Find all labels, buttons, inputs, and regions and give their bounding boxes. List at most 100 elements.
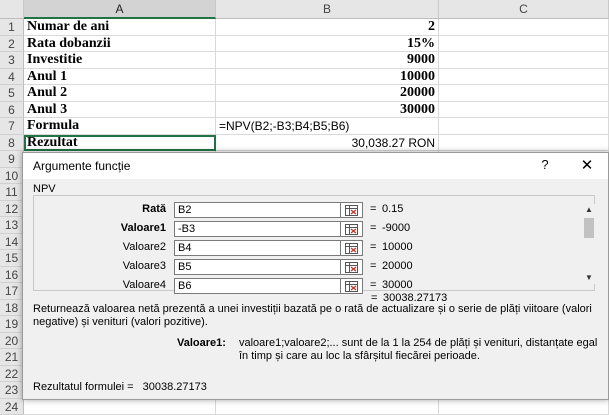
scroll-down-icon[interactable]: ▼ bbox=[582, 272, 596, 284]
column-header-c[interactable]: C bbox=[439, 0, 609, 19]
row-header[interactable]: 1 bbox=[0, 19, 24, 36]
cell-b[interactable]: 20000 bbox=[216, 85, 439, 102]
row-header[interactable]: 16 bbox=[0, 267, 24, 284]
argument-help-text: valoare1;valoare2;... sunt de la 1 la 25… bbox=[239, 337, 599, 363]
row-header[interactable]: 13 bbox=[0, 217, 24, 234]
row-header[interactable]: 20 bbox=[0, 333, 24, 350]
argument-result: 20000 bbox=[382, 260, 413, 272]
formula-result: Rezultatul formulei = 30038.27173 bbox=[33, 381, 207, 393]
cell-a[interactable] bbox=[24, 399, 216, 415]
argument-result: 10000 bbox=[382, 241, 413, 253]
column-header-b[interactable]: B bbox=[216, 0, 439, 19]
argument-result: 0.15 bbox=[382, 203, 403, 215]
row-header[interactable]: 14 bbox=[0, 234, 24, 251]
cell-a[interactable]: Anul 3 bbox=[24, 102, 216, 119]
sheet-row: 3Investitie9000 bbox=[0, 52, 609, 69]
range-select-icon[interactable] bbox=[341, 259, 363, 275]
cell-c[interactable] bbox=[439, 69, 609, 86]
row-header[interactable]: 8 bbox=[0, 135, 24, 152]
cell-b[interactable]: 9000 bbox=[216, 52, 439, 69]
column-header-a[interactable]: A bbox=[24, 0, 216, 19]
argument-result: -9000 bbox=[382, 222, 410, 234]
argument-equals: = bbox=[370, 241, 376, 253]
cell-a[interactable]: Formula bbox=[24, 118, 216, 135]
argument-label: Valoare1 bbox=[74, 222, 166, 234]
argument-label: Valoare2 bbox=[74, 241, 166, 253]
row-header[interactable]: 4 bbox=[0, 69, 24, 86]
range-select-icon[interactable] bbox=[341, 278, 363, 294]
sheet-row: 2Rata dobanzii15% bbox=[0, 36, 609, 53]
sheet-row: 5Anul 220000 bbox=[0, 85, 609, 102]
row-header[interactable]: 18 bbox=[0, 300, 24, 317]
cell-a[interactable]: Rezultat bbox=[24, 135, 216, 152]
argument-input[interactable]: B4 bbox=[174, 240, 341, 256]
argument-help-label: Valoare1: bbox=[177, 337, 226, 349]
sheet-row: 4Anul 110000 bbox=[0, 69, 609, 86]
scroll-thumb[interactable] bbox=[584, 218, 594, 238]
argument-result: 30000 bbox=[382, 279, 413, 291]
function-description: Returnează valoarea netă prezentă a unei… bbox=[33, 303, 593, 329]
select-all-corner[interactable] bbox=[0, 0, 24, 19]
argument-input[interactable]: B2 bbox=[174, 202, 341, 218]
cell-a[interactable]: Anul 1 bbox=[24, 69, 216, 86]
argument-equals: = bbox=[370, 279, 376, 291]
cell-c[interactable] bbox=[439, 399, 609, 415]
cell-b[interactable]: 2 bbox=[216, 19, 439, 36]
row-header[interactable]: 24 bbox=[0, 399, 24, 415]
cell-b[interactable]: 10000 bbox=[216, 69, 439, 86]
cell-c[interactable] bbox=[439, 135, 609, 152]
formula-result-value: 30038.27173 bbox=[143, 381, 207, 393]
cell-c[interactable] bbox=[439, 118, 609, 135]
sheet-row: 1Numar de ani2 bbox=[0, 19, 609, 36]
sheet-row: 7Formula=NPV(B2;-B3;B4;B5;B6) bbox=[0, 118, 609, 135]
cell-c[interactable] bbox=[439, 19, 609, 36]
row-header[interactable]: 12 bbox=[0, 201, 24, 218]
row-header[interactable]: 21 bbox=[0, 349, 24, 366]
cell-a[interactable]: Investitie bbox=[24, 52, 216, 69]
row-header[interactable]: 2 bbox=[0, 36, 24, 53]
argument-equals: = bbox=[370, 222, 376, 234]
cell-c[interactable] bbox=[439, 85, 609, 102]
row-header[interactable]: 15 bbox=[0, 250, 24, 267]
row-header[interactable]: 11 bbox=[0, 184, 24, 201]
cell-b[interactable]: 30,038.27 RON bbox=[216, 135, 439, 152]
range-select-icon[interactable] bbox=[341, 221, 363, 237]
cell-b[interactable]: 30000 bbox=[216, 102, 439, 119]
row-header[interactable]: 3 bbox=[0, 52, 24, 69]
argument-input[interactable]: B6 bbox=[174, 278, 341, 294]
sheet-row: 6Anul 330000 bbox=[0, 102, 609, 119]
function-arguments-dialog: Argumente funcție ? ✕ NPV Rată B2 = 0.15 Val… bbox=[22, 152, 609, 400]
argument-label: Valoare4 bbox=[74, 279, 166, 291]
row-header[interactable]: 22 bbox=[0, 366, 24, 383]
function-name: NPV bbox=[33, 183, 56, 195]
cell-a[interactable]: Anul 2 bbox=[24, 85, 216, 102]
cell-a[interactable]: Numar de ani bbox=[24, 19, 216, 36]
range-select-icon[interactable] bbox=[341, 240, 363, 256]
row-header[interactable]: 10 bbox=[0, 168, 24, 185]
row-header[interactable]: 5 bbox=[0, 85, 24, 102]
row-header[interactable]: 6 bbox=[0, 102, 24, 119]
cell-c[interactable] bbox=[439, 52, 609, 69]
row-header[interactable]: 7 bbox=[0, 118, 24, 135]
cell-b[interactable]: 15% bbox=[216, 36, 439, 53]
cell-c[interactable] bbox=[439, 36, 609, 53]
row-header[interactable]: 17 bbox=[0, 283, 24, 300]
argument-label: Rată bbox=[74, 203, 166, 215]
row-header[interactable]: 23 bbox=[0, 382, 24, 399]
formula-result-label: Rezultatul formulei = bbox=[33, 381, 134, 393]
cell-c[interactable] bbox=[439, 102, 609, 119]
arguments-scrollbar[interactable]: ▲ ▼ bbox=[582, 204, 596, 284]
close-icon[interactable]: ✕ bbox=[579, 156, 595, 174]
cell-b[interactable]: =NPV(B2;-B3;B4;B5;B6) bbox=[216, 118, 439, 135]
argument-input[interactable]: -B3 bbox=[174, 221, 341, 237]
dialog-title-bar[interactable]: Argumente funcție ? ✕ bbox=[23, 153, 608, 179]
help-icon[interactable]: ? bbox=[538, 157, 552, 172]
cell-a[interactable]: Rata dobanzii bbox=[24, 36, 216, 53]
scroll-up-icon[interactable]: ▲ bbox=[582, 204, 596, 216]
row-header[interactable]: 9 bbox=[0, 151, 24, 168]
cell-b[interactable] bbox=[216, 399, 439, 415]
argument-input[interactable]: B5 bbox=[174, 259, 341, 275]
row-header[interactable]: 19 bbox=[0, 316, 24, 333]
range-select-icon[interactable] bbox=[341, 202, 363, 218]
dialog-title: Argumente funcție bbox=[33, 159, 130, 173]
